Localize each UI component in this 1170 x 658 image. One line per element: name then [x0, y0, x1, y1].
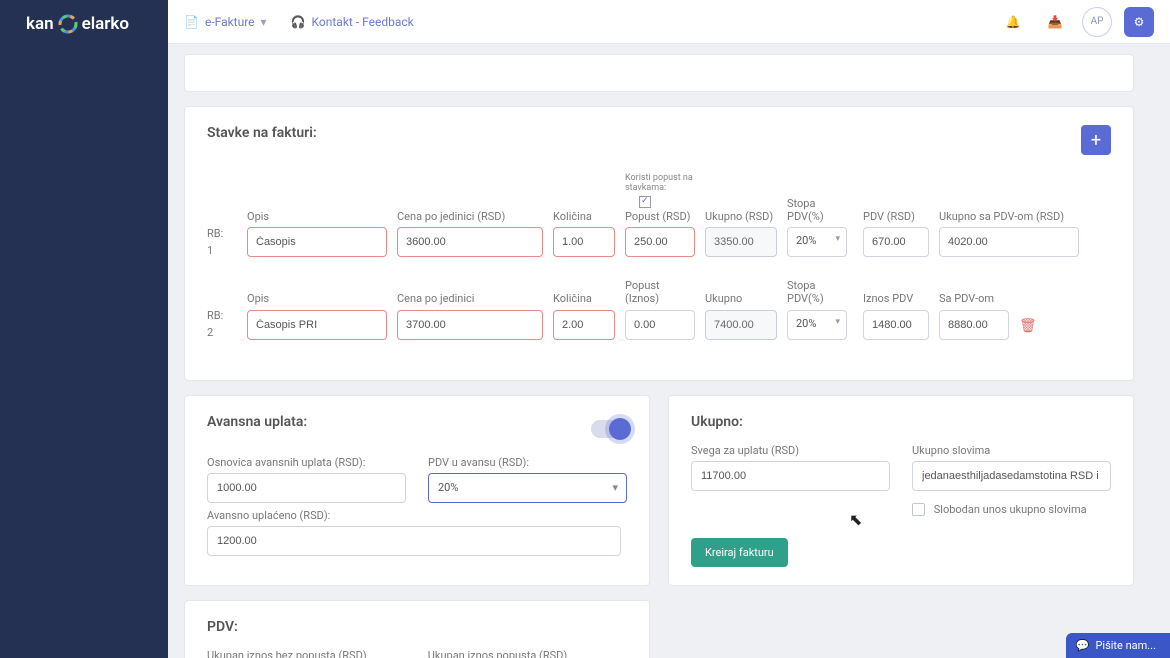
svega-input[interactable] — [691, 461, 890, 491]
pdv-output — [863, 310, 929, 340]
pdv-title: PDV: — [207, 619, 627, 635]
rb-value: 1 — [207, 244, 237, 257]
slovima-input[interactable] — [912, 461, 1111, 491]
kolicina-label: Količina — [553, 210, 615, 223]
sidebar: kan elarko — [0, 0, 168, 658]
popust-input[interactable] — [625, 227, 695, 257]
slobodan-unos-label: Slobodan unos ukupno slovima — [934, 503, 1087, 516]
cena-input[interactable] — [397, 227, 543, 257]
opis-input[interactable] — [247, 227, 387, 257]
main-content: Stavke na fakturi: + RB: 1 Opis Cena po … — [168, 44, 1150, 658]
avatar-initials: AP — [1091, 16, 1104, 27]
stopa-pdv-select[interactable]: 20% — [787, 310, 847, 340]
pdv-avans-label: PDV u avansu (RSD): — [428, 456, 627, 469]
use-discount-label: Koristi popust na stavkama: — [625, 173, 695, 193]
add-line-item-button[interactable]: + — [1081, 125, 1111, 155]
cena-label: Cena po jedinici — [397, 292, 543, 305]
top-header: 📄 e-Fakture ▾ 🎧 Kontakt - Feedback 🔔 📥 A… — [168, 0, 1170, 44]
rb-value: 2 — [207, 326, 237, 339]
kolicina-label: Količina — [553, 292, 615, 305]
line-item-row: RB: 1 Opis Cena po jedinici (RSD) Količi… — [207, 173, 1111, 257]
create-invoice-button[interactable]: Kreiraj fakturu — [691, 538, 788, 567]
totals-card: Ukupno: Svega za uplatu (RSD) Ukupno slo… — [668, 395, 1134, 587]
ukupno-label: Ukupno (RSD) — [705, 210, 777, 223]
document-icon: 📄 — [184, 15, 199, 29]
chat-widget[interactable]: 💬 Pišite nam... — [1066, 633, 1170, 658]
stopa-pdv-label: Stopa PDV(%) — [787, 197, 853, 223]
slovima-label: Ukupno slovima — [912, 444, 1111, 457]
stopa-pdv-label: Stopa PDV(%) — [787, 279, 853, 305]
line-items-card: Stavke na fakturi: + RB: 1 Opis Cena po … — [184, 106, 1134, 381]
settings-button[interactable]: ⚙ — [1124, 7, 1154, 37]
advance-payment-card: Avansna uplata: Osnovica avansnih uplata… — [184, 395, 650, 587]
previous-card-bottom — [184, 54, 1134, 92]
sa-pdv-output — [939, 227, 1079, 257]
uplaceno-label: Avansno uplaćeno (RSD): — [207, 509, 406, 522]
rb-label: RB: — [207, 227, 237, 240]
osnovica-label: Osnovica avansnih uplata (RSD): — [207, 456, 406, 469]
line-items-title: Stavke na fakturi: — [207, 125, 317, 141]
stopa-pdv-select[interactable]: 20% — [787, 227, 847, 257]
pdv-label: PDV (RSD) — [863, 210, 929, 223]
popust-label: Popust (RSD) — [625, 210, 695, 223]
use-discount-checkbox[interactable] — [639, 196, 651, 208]
pdv-avans-select[interactable]: 20% — [428, 473, 627, 503]
nav-kontakt[interactable]: 🎧 Kontakt - Feedback — [291, 15, 414, 29]
bez-popusta-label: Ukupan iznos bez popusta (RSD) — [207, 649, 406, 658]
popust-label: Popust (Iznos) — [625, 279, 695, 305]
pdv-output — [863, 227, 929, 257]
create-invoice-label: Kreiraj fakturu — [705, 546, 774, 559]
advance-title: Avansna uplata: — [207, 414, 307, 430]
svega-label: Svega za uplatu (RSD) — [691, 444, 890, 457]
pdv-label: Iznos PDV — [863, 292, 929, 305]
advance-toggle[interactable] — [591, 420, 627, 438]
trash-icon: 🗑 — [1019, 318, 1037, 334]
slobodan-unos-checkbox[interactable] — [912, 503, 925, 516]
bell-icon: 🔔 — [1006, 15, 1021, 29]
delete-row-button[interactable]: 🗑 — [1019, 318, 1037, 340]
user-avatar[interactable]: AP — [1082, 7, 1112, 37]
nav-efakture[interactable]: 📄 e-Fakture ▾ — [184, 15, 267, 29]
opis-input[interactable] — [247, 310, 387, 340]
plus-icon: + — [1091, 130, 1101, 151]
nav-efakture-label: e-Fakture — [205, 15, 255, 29]
ukupno-label: Ukupno — [705, 292, 777, 305]
rb-label: RB: — [207, 309, 237, 322]
osnovica-input[interactable] — [207, 473, 406, 503]
chevron-down-icon: ▾ — [261, 15, 267, 29]
stopa-pdv-value: 20% — [796, 234, 816, 247]
opis-label: Opis — [247, 292, 387, 305]
kolicina-input[interactable] — [553, 227, 615, 257]
headset-icon: 🎧 — [291, 15, 306, 29]
notifications-button[interactable]: 🔔 — [998, 7, 1028, 37]
popusta-label: Ukupan iznos popusta (RSD) — [428, 649, 627, 658]
sa-pdv-output — [939, 310, 1009, 340]
stopa-pdv-value: 20% — [796, 317, 816, 330]
chat-label: Pišite nam... — [1095, 639, 1156, 652]
totals-title: Ukupno: — [691, 414, 1111, 430]
import-button[interactable]: 📥 — [1040, 7, 1070, 37]
gear-icon: ⚙ — [1134, 15, 1145, 29]
cena-input[interactable] — [397, 310, 543, 340]
sa-pdv-label: Ukupno sa PDV-om (RSD) — [939, 210, 1079, 223]
brand-text-1: kan — [26, 14, 54, 34]
pdv-card: PDV: Ukupan iznos bez popusta (RSD) Ukup… — [184, 600, 650, 658]
brand-logo: kan elarko — [0, 0, 168, 48]
cena-label: Cena po jedinici (RSD) — [397, 210, 543, 223]
popust-input[interactable] — [625, 310, 695, 340]
opis-label: Opis — [247, 210, 387, 223]
brand-text-2: elarko — [82, 14, 129, 34]
sa-pdv-label: Sa PDV-om — [939, 292, 1009, 305]
chat-bubble-icon: 💬 — [1076, 639, 1090, 652]
ukupno-output — [705, 227, 777, 257]
nav-kontakt-label: Kontakt - Feedback — [312, 15, 414, 29]
pdv-avans-value: 20% — [438, 481, 458, 494]
file-import-icon: 📥 — [1048, 15, 1063, 29]
kolicina-input[interactable] — [553, 310, 615, 340]
ukupno-output — [705, 310, 777, 340]
brand-ring-icon — [58, 14, 78, 34]
line-item-row: RB: 2 Opis Cena po jedinici Količina Pop… — [207, 279, 1111, 339]
